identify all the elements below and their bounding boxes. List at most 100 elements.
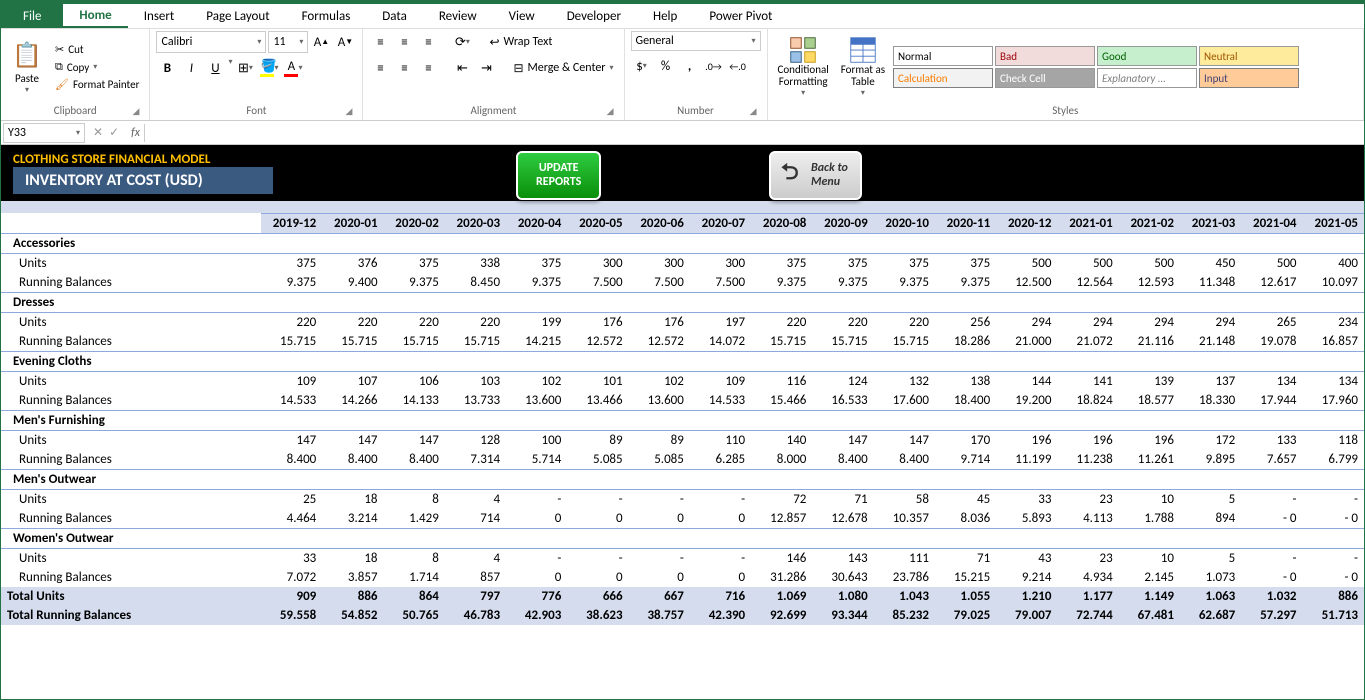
- cell[interactable]: 14.072: [690, 332, 751, 352]
- cell[interactable]: 9.214: [996, 568, 1057, 587]
- total-cell[interactable]: 1.032: [1241, 587, 1302, 606]
- cell[interactable]: 294: [996, 312, 1057, 332]
- cell[interactable]: 6.285: [690, 450, 751, 470]
- cell[interactable]: 141: [1057, 371, 1118, 391]
- cell[interactable]: 0: [506, 568, 567, 587]
- cell[interactable]: -: [506, 548, 567, 568]
- cell[interactable]: 9.375: [935, 273, 996, 293]
- total-cell[interactable]: 1.149: [1119, 587, 1180, 606]
- cell[interactable]: 17.600: [874, 391, 935, 411]
- cell[interactable]: 1.073: [1180, 568, 1241, 587]
- number-launcher[interactable]: ◢: [750, 106, 757, 117]
- cell[interactable]: -: [506, 489, 567, 509]
- cell[interactable]: 0: [629, 568, 690, 587]
- cell[interactable]: 118: [1303, 430, 1364, 450]
- cell[interactable]: 8.000: [751, 450, 812, 470]
- cell[interactable]: 8.400: [384, 450, 445, 470]
- cell[interactable]: -: [567, 489, 628, 509]
- total-cell[interactable]: 1.063: [1180, 587, 1241, 606]
- total-cell[interactable]: 38.623: [567, 606, 628, 625]
- total-cell[interactable]: 59.558: [261, 606, 322, 625]
- cell[interactable]: - 0: [1241, 568, 1302, 587]
- cell[interactable]: 10.097: [1303, 273, 1364, 293]
- cell[interactable]: 500: [996, 253, 1057, 273]
- cell[interactable]: 58: [874, 489, 935, 509]
- cell[interactable]: 45: [935, 489, 996, 509]
- menu-review[interactable]: Review: [423, 4, 493, 28]
- cell[interactable]: 7.314: [445, 450, 506, 470]
- menu-pagelayout[interactable]: Page Layout: [190, 4, 285, 28]
- style-bad[interactable]: Bad: [995, 46, 1095, 66]
- total-cell[interactable]: 38.757: [629, 606, 690, 625]
- total-cell[interactable]: 50.765: [384, 606, 445, 625]
- cell[interactable]: 147: [812, 430, 873, 450]
- menu-view[interactable]: View: [493, 4, 551, 28]
- cell[interactable]: 3.214: [322, 509, 383, 529]
- style-calculation[interactable]: Calculation: [893, 68, 993, 88]
- style-input[interactable]: Input: [1199, 68, 1299, 88]
- font-launcher[interactable]: ◢: [346, 106, 353, 117]
- cell[interactable]: 14.533: [261, 391, 322, 411]
- cell[interactable]: 147: [261, 430, 322, 450]
- formula-input[interactable]: [144, 124, 1364, 142]
- cell[interactable]: 18.400: [935, 391, 996, 411]
- cell[interactable]: 16.533: [812, 391, 873, 411]
- update-reports-button[interactable]: UPDATE REPORTS: [516, 151, 601, 200]
- cell[interactable]: 1.788: [1119, 509, 1180, 529]
- cell[interactable]: 106: [384, 371, 445, 391]
- cell[interactable]: 12.617: [1241, 273, 1302, 293]
- cell[interactable]: 139: [1119, 371, 1180, 391]
- cell[interactable]: 9.375: [506, 273, 567, 293]
- cell[interactable]: 146: [751, 548, 812, 568]
- cell[interactable]: 147: [384, 430, 445, 450]
- inventory-table[interactable]: 2019-122020-012020-022020-032020-042020-…: [1, 201, 1364, 625]
- cell[interactable]: 375: [874, 253, 935, 273]
- cell[interactable]: 10.357: [874, 509, 935, 529]
- cell[interactable]: 109: [690, 371, 751, 391]
- cell[interactable]: 894: [1180, 509, 1241, 529]
- cell[interactable]: 220: [261, 312, 322, 332]
- fx-icon[interactable]: fx: [127, 126, 144, 140]
- cell[interactable]: 21.072: [1057, 332, 1118, 352]
- cell[interactable]: 857: [445, 568, 506, 587]
- align-top-button[interactable]: ≡: [369, 31, 391, 53]
- increase-font-button[interactable]: A▲: [310, 31, 332, 53]
- cell[interactable]: 18.330: [1180, 391, 1241, 411]
- cell[interactable]: 15.715: [751, 332, 812, 352]
- bold-button[interactable]: B: [156, 57, 178, 79]
- font-name-dropdown[interactable]: Calibri▾: [156, 31, 266, 53]
- cell[interactable]: 5.714: [506, 450, 567, 470]
- italic-button[interactable]: I: [180, 57, 202, 79]
- cell[interactable]: 12.500: [996, 273, 1057, 293]
- cell[interactable]: 110: [690, 430, 751, 450]
- border-button[interactable]: ⊞▾: [234, 57, 256, 79]
- cell[interactable]: 714: [445, 509, 506, 529]
- enter-formula-icon[interactable]: ✓: [109, 125, 119, 140]
- cell[interactable]: 12.572: [629, 332, 690, 352]
- cell[interactable]: 16.857: [1303, 332, 1364, 352]
- format-as-table-button[interactable]: Format as Table▾: [837, 34, 889, 100]
- cell[interactable]: 132: [874, 371, 935, 391]
- percent-button[interactable]: %: [655, 55, 677, 77]
- cell[interactable]: 15.715: [445, 332, 506, 352]
- cell[interactable]: 375: [384, 253, 445, 273]
- cell[interactable]: 102: [506, 371, 567, 391]
- cell[interactable]: 17.960: [1303, 391, 1364, 411]
- cell[interactable]: 1.714: [384, 568, 445, 587]
- increase-indent-button[interactable]: ⇥: [475, 57, 497, 79]
- cell[interactable]: 400: [1303, 253, 1364, 273]
- decrease-font-button[interactable]: A▼: [334, 31, 356, 53]
- cell[interactable]: 0: [567, 568, 628, 587]
- cell[interactable]: 176: [567, 312, 628, 332]
- cell[interactable]: 15.715: [261, 332, 322, 352]
- cell[interactable]: 0: [690, 568, 751, 587]
- cell[interactable]: 21.116: [1119, 332, 1180, 352]
- total-cell[interactable]: 1.177: [1057, 587, 1118, 606]
- cell[interactable]: 124: [812, 371, 873, 391]
- cell[interactable]: 375: [812, 253, 873, 273]
- total-cell[interactable]: 57.297: [1241, 606, 1302, 625]
- align-left-button[interactable]: ≡: [369, 57, 391, 79]
- style-explanatory[interactable]: Explanatory ...: [1097, 68, 1197, 88]
- cell[interactable]: 43: [996, 548, 1057, 568]
- fill-color-button[interactable]: 🪣▾: [258, 57, 280, 79]
